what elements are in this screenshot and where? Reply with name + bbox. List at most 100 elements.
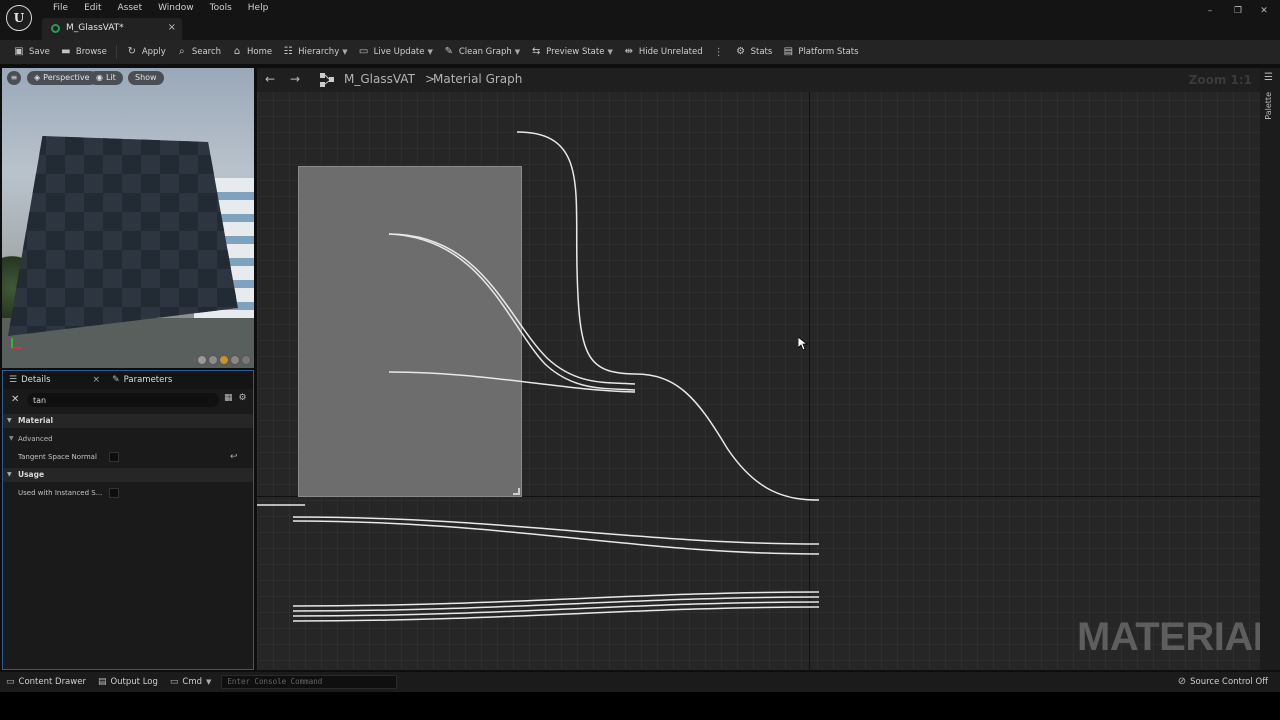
close-tab-icon[interactable]: × — [93, 375, 101, 385]
chevron-down-icon: ▼ — [342, 48, 348, 56]
browse-button[interactable]: ▬ Browse — [55, 42, 112, 62]
minimize-button[interactable]: – — [1203, 5, 1217, 17]
preview-mesh-icon[interactable] — [241, 355, 251, 365]
chevron-down-icon: ▼ — [206, 678, 212, 686]
grid-view-icon[interactable]: ▦ — [224, 393, 233, 403]
used-with-instanced-checkbox[interactable] — [109, 488, 119, 498]
mouse-cursor-icon — [798, 337, 808, 351]
subsection-advanced[interactable]: ▼ Advanced — [3, 432, 253, 446]
palette-list-icon[interactable]: ☰ — [1264, 72, 1273, 83]
section-material[interactable]: ▼ Material — [3, 414, 253, 428]
graph-icon — [320, 73, 334, 87]
menu-help[interactable]: Help — [240, 2, 277, 14]
console-command-input[interactable]: Enter Console Command — [221, 675, 398, 689]
menu-window[interactable]: Window — [150, 2, 202, 14]
preview-plane-icon[interactable] — [219, 355, 229, 365]
palette-strip[interactable]: ☰ Palette — [1260, 68, 1280, 670]
stats-button[interactable]: ⚙ Stats — [730, 42, 778, 62]
breadcrumb-graph: Material Graph — [433, 72, 523, 86]
reset-to-default-icon[interactable]: ↩ — [230, 448, 238, 466]
asset-toolbar: ▣ Save ▬ Browse ↻ Apply ⌕ Search ⌂ Home ☷ Hier… — [0, 40, 1280, 64]
viewport-menu-icon[interactable]: ≡ — [7, 71, 21, 85]
hide-unrelated-button[interactable]: ⇹ Hide Unrelated — [618, 42, 708, 62]
back-arrow-icon[interactable]: ← — [265, 72, 275, 86]
menu-asset[interactable]: Asset — [110, 2, 151, 14]
wire — [292, 520, 820, 555]
graph-header: ← → M_GlassVAT > Material Graph Zoom 1:1 — [257, 68, 1260, 92]
wire-layer — [257, 131, 820, 622]
details-icon: ☰ — [9, 375, 18, 385]
preview-state-icon: ⇆ — [531, 46, 541, 57]
wire — [634, 373, 820, 501]
preview-mesh-plane — [8, 136, 238, 336]
live-update-dropdown[interactable]: ▭ Live Update ▼ — [353, 42, 438, 62]
section-usage[interactable]: ▼ Usage — [3, 468, 253, 482]
document-tab-label: M_GlassVAT* — [66, 23, 124, 33]
output-log-icon: ▤ — [97, 677, 107, 687]
details-panel: ☰ Details × ✎ Parameters ✕ ▦ ⚙ ▼Material… — [2, 370, 254, 670]
tangent-space-normal-checkbox[interactable] — [109, 452, 119, 462]
hide-unrelated-icon: ⇹ — [624, 46, 634, 57]
save-button[interactable]: ▣ Save — [8, 42, 55, 62]
output-log-button[interactable]: ▤ Output Log — [92, 677, 164, 687]
letterbox-bar — [0, 692, 1280, 720]
more-options-icon[interactable]: ⋮ — [708, 47, 730, 58]
home-icon: ⌂ — [233, 46, 241, 57]
preview-cube-icon[interactable] — [230, 355, 240, 365]
settings-gear-icon[interactable]: ⚙ — [239, 393, 247, 403]
menu-edit[interactable]: Edit — [76, 2, 109, 14]
breadcrumb-material[interactable]: M_GlassVAT — [344, 72, 415, 86]
lit-icon: ◉ — [96, 73, 103, 82]
cmd-dropdown[interactable]: ▭ Cmd ▼ — [164, 677, 218, 687]
terminal-icon: ▭ — [169, 677, 179, 687]
perspective-icon: ◈ — [34, 73, 41, 82]
preview-viewport[interactable]: ≡ ◈ Perspective ◉ Lit Show — [2, 68, 254, 368]
source-control-button[interactable]: ⊘ Source Control Off — [1178, 676, 1268, 687]
preview-sphere-icon[interactable] — [208, 355, 218, 365]
details-search: ✕ — [9, 393, 219, 407]
search-icon: ⌕ — [179, 46, 185, 57]
unreal-logo-icon[interactable]: U — [6, 5, 32, 31]
source-control-off-icon: ⊘ — [1177, 676, 1187, 687]
document-tab[interactable]: M_GlassVAT* × — [42, 18, 182, 40]
perspective-button[interactable]: ◈ Perspective — [27, 71, 97, 85]
material-graph[interactable]: ← → M_GlassVAT > Material Graph Zoom 1:1… — [257, 68, 1260, 670]
parameters-icon: ✎ — [112, 375, 120, 385]
tab-details[interactable]: ☰ Details × — [3, 371, 106, 389]
clear-search-icon[interactable]: ✕ — [11, 394, 19, 405]
platform-stats-button[interactable]: ▤ Platform Stats — [777, 42, 863, 62]
property-tangent-space-normal: Tangent Space Normal ↩ — [3, 448, 253, 466]
show-button[interactable]: Show — [128, 71, 164, 85]
preview-cylinder-icon[interactable] — [197, 355, 207, 365]
forward-arrow-icon[interactable]: → — [290, 72, 300, 86]
chevron-down-icon: ▼ — [607, 48, 613, 56]
hierarchy-dropdown[interactable]: ☷ Hierarchy ▼ — [277, 42, 352, 62]
tab-close-icon[interactable]: × — [168, 22, 176, 33]
close-window-button[interactable]: ✕ — [1257, 5, 1271, 17]
wire — [388, 233, 636, 385]
lit-button[interactable]: ◉ Lit — [89, 71, 123, 85]
apply-button[interactable]: ↻ Apply — [121, 42, 171, 62]
preview-state-dropdown[interactable]: ⇆ Preview State ▼ — [525, 42, 618, 62]
menu-file[interactable]: File — [45, 2, 76, 14]
tab-parameters[interactable]: ✎ Parameters — [106, 371, 178, 389]
expand-triangle-icon: ▼ — [7, 417, 12, 424]
content-drawer-button[interactable]: ▭ Content Drawer — [0, 677, 92, 687]
hierarchy-icon: ☷ — [283, 46, 293, 57]
details-search-input[interactable] — [27, 393, 219, 407]
maximize-button[interactable]: ❐ — [1231, 5, 1245, 17]
palette-label[interactable]: Palette — [1264, 92, 1273, 120]
property-label: Tangent Space Normal — [18, 453, 97, 461]
search-button[interactable]: ⌕ Search — [171, 42, 226, 62]
clean-graph-dropdown[interactable]: ✎ Clean Graph ▼ — [438, 42, 525, 62]
expand-triangle-icon: ▼ — [9, 435, 14, 442]
content-drawer-icon: ▭ — [6, 677, 15, 687]
menu-tools[interactable]: Tools — [202, 2, 240, 14]
expand-triangle-icon: ▼ — [7, 471, 12, 478]
home-button[interactable]: ⌂ Home — [226, 42, 277, 62]
wire — [516, 131, 636, 375]
platform-stats-icon: ▤ — [783, 46, 794, 57]
property-used-with-instanced: Used with Instanced S... — [3, 484, 253, 502]
graph-watermark: MATERIAL — [1077, 615, 1260, 659]
menu-bar: File Edit Asset Window Tools Help — [45, 2, 276, 14]
